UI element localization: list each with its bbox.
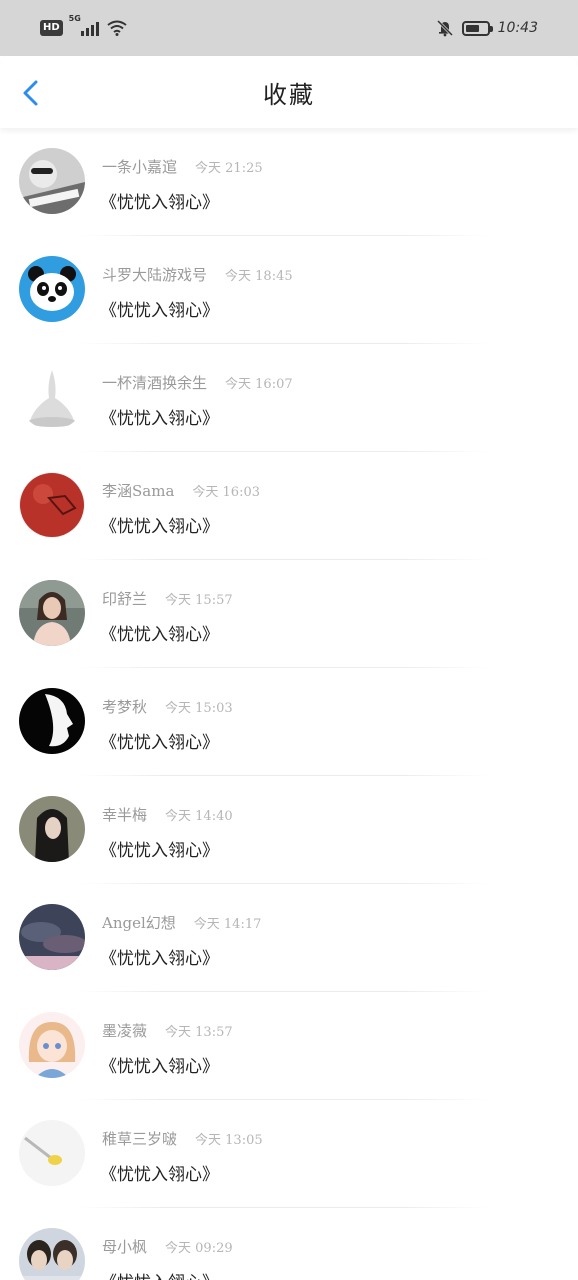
item-time: 今天 14:40: [165, 809, 233, 824]
item-message: 《忧忧入翎心》: [100, 301, 219, 321]
item-name: 一条小嘉逭: [102, 158, 178, 176]
mute-bell-icon: [436, 19, 453, 37]
chevron-left-icon[interactable]: [18, 78, 46, 108]
status-right: 10:43: [436, 19, 538, 37]
item-meta: Angel幻想 今天 14:17: [102, 912, 261, 933]
item-meta: 一条小嘉逭 今天 21:25: [102, 156, 263, 177]
list-item[interactable]: 李涵Sama 今天 16:03 《忧忧入翎心》: [0, 452, 578, 560]
list-item[interactable]: 稚草三岁啵 今天 13:05 《忧忧入翎心》: [0, 1100, 578, 1208]
clock: 10:43: [497, 20, 538, 36]
wifi-icon: [107, 20, 127, 36]
item-message: 《忧忧入翎心》: [100, 517, 219, 537]
item-message: 《忧忧入翎心》: [100, 733, 219, 753]
list-item[interactable]: 一杯清酒换余生 今天 16:07 《忧忧入翎心》: [0, 344, 578, 452]
avatar[interactable]: [19, 148, 85, 214]
item-time: 今天 18:45: [225, 269, 293, 284]
status-bar: HD 5G 10:43: [0, 0, 578, 56]
item-time: 今天 15:57: [165, 593, 233, 608]
item-message: 《忧忧入翎心》: [100, 841, 219, 861]
item-message: 《忧忧入翎心》: [100, 949, 219, 969]
avatar[interactable]: [19, 256, 85, 322]
item-meta: 李涵Sama 今天 16:03: [102, 480, 260, 501]
favorites-list: 一条小嘉逭 今天 21:25 《忧忧入翎心》 斗罗大陆游戏号 今天 18:45 …: [0, 128, 578, 1280]
item-time: 今天 15:03: [165, 701, 233, 716]
item-time: 今天 16:07: [225, 377, 293, 392]
item-meta: 印舒兰 今天 15:57: [102, 588, 233, 609]
item-name: 墨凌薇: [102, 1022, 148, 1040]
avatar[interactable]: [19, 472, 85, 538]
item-time: 今天 21:25: [195, 161, 263, 176]
item-meta: 斗罗大陆游戏号 今天 18:45: [102, 264, 293, 285]
status-left: HD 5G: [40, 14, 127, 36]
item-name: 考梦秋: [102, 698, 148, 716]
item-time: 今天 13:57: [165, 1025, 233, 1040]
list-item[interactable]: 墨凌薇 今天 13:57 《忧忧入翎心》: [0, 992, 578, 1100]
item-name: 李涵Sama: [102, 482, 175, 500]
list-item[interactable]: 母小枫 今天 09:29 《忧忧入翎心》: [0, 1208, 578, 1280]
item-time: 今天 14:17: [193, 917, 262, 932]
list-item[interactable]: 斗罗大陆游戏号 今天 18:45 《忧忧入翎心》: [0, 236, 578, 344]
item-meta: 墨凌薇 今天 13:57: [102, 1020, 233, 1041]
item-time: 今天 13:05: [195, 1133, 263, 1148]
item-meta: 一杯清酒换余生 今天 16:07: [102, 372, 293, 393]
avatar[interactable]: [19, 796, 85, 862]
item-message: 《忧忧入翎心》: [100, 1057, 219, 1077]
item-name: 一杯清酒换余生: [102, 374, 208, 392]
avatar[interactable]: [19, 904, 85, 970]
list-item[interactable]: 幸半梅 今天 14:40 《忧忧入翎心》: [0, 776, 578, 884]
avatar[interactable]: [19, 364, 85, 430]
item-name: 幸半梅: [102, 806, 148, 824]
page-title: 收藏: [263, 80, 315, 109]
item-name: 稚草三岁啵: [102, 1130, 178, 1148]
avatar[interactable]: [19, 1120, 85, 1186]
item-message: 《忧忧入翎心》: [100, 193, 219, 213]
battery-icon: [461, 20, 493, 36]
item-message: 《忧忧入翎心》: [100, 1268, 219, 1280]
item-message: 《忧忧入翎心》: [100, 409, 219, 429]
avatar[interactable]: [19, 1228, 85, 1280]
list-item[interactable]: 印舒兰 今天 15:57 《忧忧入翎心》: [0, 560, 578, 668]
item-name: Angel幻想: [102, 914, 176, 932]
avatar[interactable]: [19, 580, 85, 646]
item-name: 母小枫: [102, 1238, 148, 1256]
signal-icon: 5G: [69, 14, 99, 36]
item-time: 今天 16:03: [192, 485, 260, 500]
list-item[interactable]: Angel幻想 今天 14:17 《忧忧入翎心》: [0, 884, 578, 992]
item-meta: 幸半梅 今天 14:40: [102, 804, 233, 825]
item-meta: 稚草三岁啵 今天 13:05: [102, 1128, 263, 1149]
item-name: 斗罗大陆游戏号: [102, 266, 208, 284]
item-meta: 母小枫 今天 09:29: [102, 1236, 233, 1257]
list-item[interactable]: 一条小嘉逭 今天 21:25 《忧忧入翎心》: [0, 128, 578, 236]
item-message: 《忧忧入翎心》: [100, 1165, 219, 1185]
item-message: 《忧忧入翎心》: [100, 625, 219, 645]
avatar[interactable]: [19, 688, 85, 754]
item-time: 今天 09:29: [165, 1241, 233, 1256]
item-name: 印舒兰: [102, 590, 148, 608]
item-meta: 考梦秋 今天 15:03: [102, 696, 233, 717]
list-item[interactable]: 考梦秋 今天 15:03 《忧忧入翎心》: [0, 668, 578, 776]
hd-badge: HD: [40, 20, 63, 36]
network-type: 5G: [68, 14, 81, 23]
header: 收藏: [0, 56, 578, 128]
avatar[interactable]: [19, 1012, 85, 1078]
